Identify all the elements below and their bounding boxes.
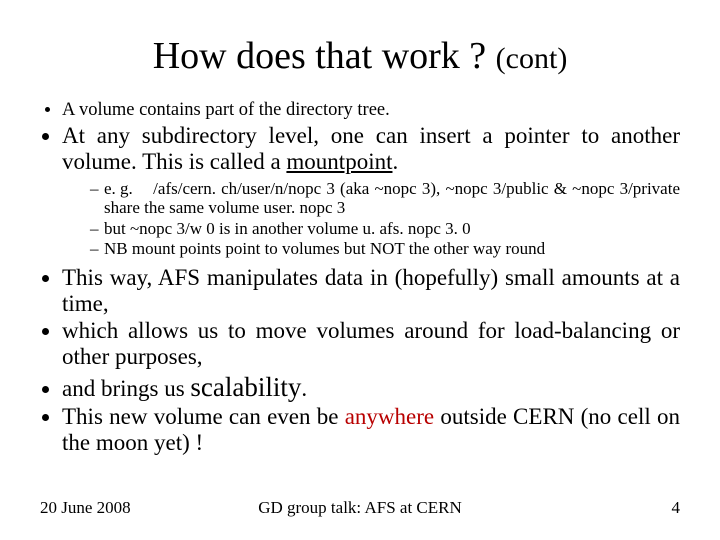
bullet-4: which allows us to move volumes around f… bbox=[62, 318, 680, 370]
bullet-2-text-b: . bbox=[392, 149, 398, 174]
slide-title: How does that work ? (cont) bbox=[40, 34, 680, 78]
footer: 20 June 2008 GD group talk: AFS at CERN … bbox=[40, 498, 680, 518]
sub-1-label: e. g. bbox=[104, 179, 148, 199]
mountpoint-term: mountpoint bbox=[286, 149, 392, 174]
bullet-6: This new volume can even be anywhere out… bbox=[62, 404, 680, 456]
title-cont: (cont) bbox=[496, 42, 568, 75]
sub-bullet-1: e. g. /afs/cern. ch/user/n/nopc 3 (aka ~… bbox=[90, 179, 680, 218]
sub-bullet-2: but ~nopc 3/w 0 is in another volume u. … bbox=[90, 219, 680, 239]
bullet-list: A volume contains part of the directory … bbox=[40, 100, 680, 456]
title-main: How does that work ? bbox=[153, 35, 496, 77]
slide: How does that work ? (cont) A volume con… bbox=[0, 0, 720, 540]
sub-1-body: /afs/cern. ch/user/n/nopc 3 (aka ~nopc 3… bbox=[104, 179, 680, 218]
bullet-3: This way, AFS manipulates data in (hopef… bbox=[62, 265, 680, 317]
footer-center: GD group talk: AFS at CERN bbox=[40, 498, 680, 518]
bullet-2: At any subdirectory level, one can inser… bbox=[62, 123, 680, 259]
bullet-5-text-a: and brings us bbox=[62, 376, 190, 401]
bullet-6-text-a: This new volume can even be bbox=[62, 404, 345, 429]
sub-bullet-list: e. g. /afs/cern. ch/user/n/nopc 3 (aka ~… bbox=[62, 179, 680, 259]
sub-bullet-3: NB mount points point to volumes but NOT… bbox=[90, 239, 680, 259]
scalability-term: scalability bbox=[190, 372, 301, 402]
bullet-5-text-b: . bbox=[301, 376, 307, 401]
bullet-5: and brings us scalability. bbox=[62, 372, 680, 402]
bullet-1: A volume contains part of the directory … bbox=[62, 100, 680, 121]
anywhere-term: anywhere bbox=[345, 404, 434, 429]
